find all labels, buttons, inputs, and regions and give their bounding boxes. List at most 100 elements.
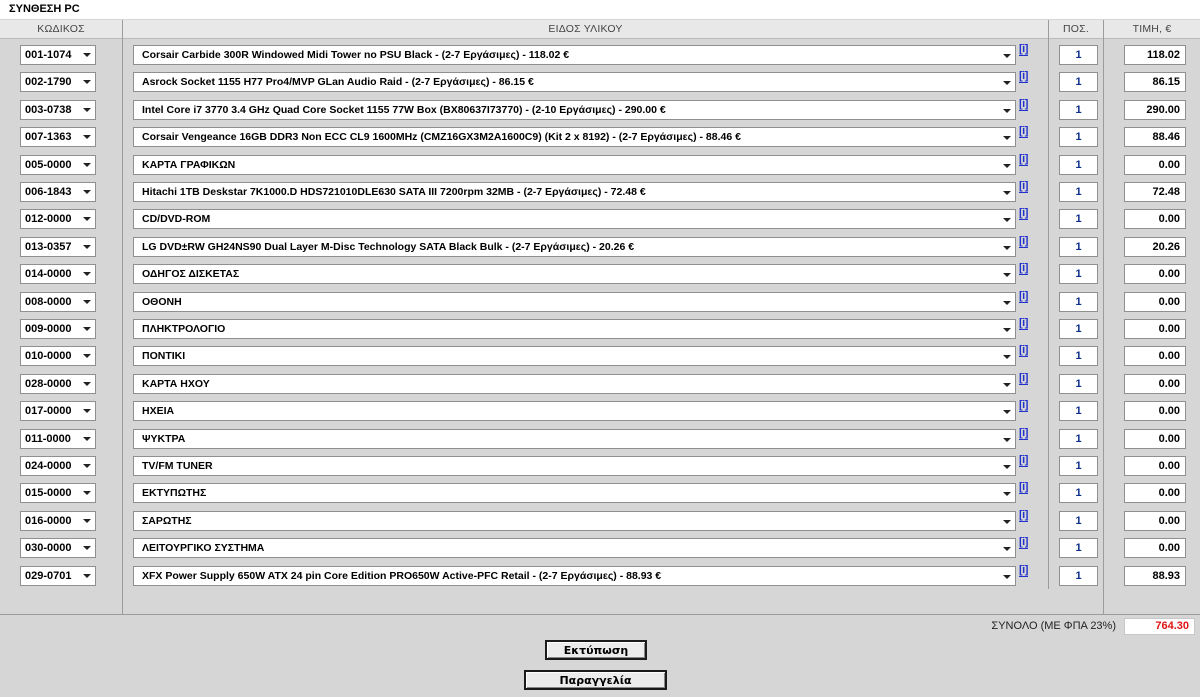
quantity-field[interactable]: 1 [1059,72,1098,93]
item-value: ΕΚΤΥΠΩΤΗΣ [142,487,207,500]
quantity-field[interactable]: 1 [1059,264,1098,285]
item-select[interactable]: ΨΥΚΤΡΑ [133,428,1016,449]
code-select[interactable]: 001-1074 [20,45,96,65]
code-value: 012-0000 [25,213,72,226]
code-select[interactable]: 005-0000 [20,154,96,175]
item-select[interactable]: ΛΕΙΤΟΥΡΓΙΚΟ ΣΥΣΤΗΜΑ [133,538,1016,559]
print-button[interactable]: Εκτύπωση [545,640,647,660]
quantity-field[interactable]: 1 [1059,319,1098,339]
quantity-field[interactable]: 1 [1059,154,1098,175]
quantity-field[interactable]: 1 [1059,127,1098,148]
item-select[interactable]: ΚΑΡΤΑ ΗΧΟΥ [133,373,1016,394]
item-select[interactable]: ΣΑΡΩΤΗΣ [133,510,1016,531]
code-select[interactable]: 016-0000 [20,510,96,531]
info-link[interactable]: [i] [1019,454,1028,467]
chevron-down-icon [1003,108,1011,113]
quantity-field[interactable]: 1 [1059,209,1098,230]
info-link[interactable]: [i] [1019,262,1028,276]
quantity-field[interactable]: 1 [1059,346,1098,367]
info-link[interactable]: [i] [1019,508,1028,522]
code-value: 029-0701 [25,569,72,582]
quantity-field[interactable]: 1 [1059,510,1098,531]
item-select[interactable]: ΟΘΟΝΗ [133,291,1016,312]
info-link[interactable]: [i] [1019,371,1028,385]
quantity-field[interactable]: 1 [1059,45,1098,65]
item-select[interactable]: Corsair Vengeance 16GB DDR3 Non ECC CL9 … [133,127,1016,148]
item-select[interactable]: ΠΟΝΤΙΚΙ [133,346,1016,367]
item-select[interactable]: LG DVD±RW GH24NS90 Dual Layer M-Disc Tec… [133,236,1016,257]
code-select[interactable]: 030-0000 [20,538,96,559]
info-link[interactable]: [i] [1019,317,1028,330]
quantity-field[interactable]: 1 [1059,291,1098,312]
info-link[interactable]: [i] [1019,207,1028,221]
code-select[interactable]: 029-0701 [20,565,96,586]
info-link[interactable]: [i] [1019,563,1028,577]
quantity-field[interactable]: 1 [1059,565,1098,586]
item-select[interactable]: Hitachi 1TB Deskstar 7K1000.D HDS721010D… [133,182,1016,202]
item-select[interactable]: XFX Power Supply 650W ATX 24 pin Core Ed… [133,565,1016,586]
code-select[interactable]: 012-0000 [20,209,96,230]
item-select[interactable]: CD/DVD-ROM [133,209,1016,230]
code-select[interactable]: 002-1790 [20,72,96,93]
code-select[interactable]: 008-0000 [20,291,96,312]
item-select[interactable]: ΟΔΗΓΟΣ ΔΙΣΚΕΤΑΣ [133,264,1016,285]
info-link[interactable]: [i] [1019,234,1028,248]
item-select[interactable]: ΗΧΕΙΑ [133,401,1016,422]
quantity-field[interactable]: 1 [1059,182,1098,202]
info-icon: [i] [1019,426,1028,440]
code-select[interactable]: 014-0000 [20,264,96,285]
chevron-down-icon [83,409,91,414]
item-select[interactable]: TV/FM TUNER [133,456,1016,476]
title-bar: ΣΥΝΘΕΣΗ PC [0,0,1200,19]
item-value: ΨΥΚΤΡΑ [142,432,186,445]
code-select[interactable]: 011-0000 [20,428,96,449]
item-value: XFX Power Supply 650W ATX 24 pin Core Ed… [142,569,662,582]
item-select[interactable]: ΚΑΡΤΑ ΓΡΑΦΙΚΩΝ [133,154,1016,175]
item-select[interactable]: Intel Core i7 3770 3.4 GHz Quad Core Soc… [133,99,1016,120]
code-select[interactable]: 024-0000 [20,456,96,476]
code-select[interactable]: 010-0000 [20,346,96,367]
info-link[interactable]: [i] [1019,43,1028,56]
code-select[interactable]: 028-0000 [20,373,96,394]
quantity-field[interactable]: 1 [1059,373,1098,394]
price-field: 20.26 [1124,236,1186,257]
code-select[interactable]: 003-0738 [20,99,96,120]
chevron-down-icon [83,135,91,140]
info-link[interactable]: [i] [1019,180,1028,193]
info-link[interactable]: [i] [1019,70,1028,84]
quantity-field[interactable]: 1 [1059,99,1098,120]
price-field: 0.00 [1124,154,1186,175]
chevron-down-icon [83,107,91,112]
code-select[interactable]: 007-1363 [20,127,96,148]
info-link[interactable]: [i] [1019,481,1028,495]
code-value: 010-0000 [25,350,72,363]
info-link[interactable]: [i] [1019,536,1028,550]
code-select[interactable]: 015-0000 [20,483,96,504]
item-select[interactable]: Corsair Carbide 300R Windowed Midi Tower… [133,45,1016,65]
info-link[interactable]: [i] [1019,125,1028,139]
price-field: 0.00 [1124,319,1186,339]
code-select[interactable]: 017-0000 [20,401,96,422]
table-row: 013-0357 LG DVD±RW GH24NS90 Dual Layer M-… [0,233,1200,260]
info-link[interactable]: [i] [1019,152,1028,166]
info-link[interactable]: [i] [1019,399,1028,413]
item-select[interactable]: ΕΚΤΥΠΩΤΗΣ [133,483,1016,504]
item-select[interactable]: Asrock Socket 1155 H77 Pro4/MVP GLan Aud… [133,72,1016,93]
chevron-down-icon [83,327,91,331]
code-select[interactable]: 009-0000 [20,319,96,339]
quantity-field[interactable]: 1 [1059,428,1098,449]
info-link[interactable]: [i] [1019,344,1028,358]
info-link[interactable]: [i] [1019,97,1028,111]
quantity-field[interactable]: 1 [1059,483,1098,504]
quantity-field[interactable]: 1 [1059,456,1098,476]
table-row: 003-0738 Intel Core i7 3770 3.4 GHz Quad … [0,96,1200,123]
code-select[interactable]: 006-1843 [20,182,96,202]
item-select[interactable]: ΠΛΗΚΤΡΟΛΟΓΙΟ [133,319,1016,339]
order-button[interactable]: Παραγγελία [524,670,667,690]
info-link[interactable]: [i] [1019,426,1028,440]
code-select[interactable]: 013-0357 [20,236,96,257]
quantity-field[interactable]: 1 [1059,538,1098,559]
quantity-field[interactable]: 1 [1059,401,1098,422]
quantity-field[interactable]: 1 [1059,236,1098,257]
info-link[interactable]: [i] [1019,289,1028,303]
